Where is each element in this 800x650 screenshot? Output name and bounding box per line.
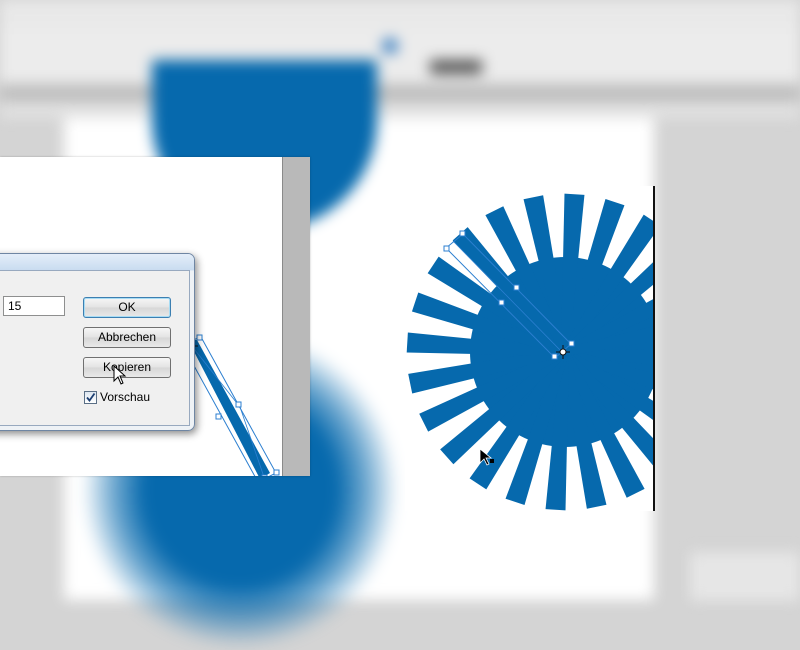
- selection-handles[interactable]: [196, 334, 280, 476]
- angle-input[interactable]: 15: [3, 296, 65, 316]
- ray-shape[interactable]: [188, 340, 270, 476]
- cancel-button[interactable]: Abbrechen: [83, 327, 171, 348]
- control-panel-dark-button: [430, 60, 482, 74]
- sunburst-artwork: [406, 193, 655, 511]
- sunburst-shape[interactable]: [406, 193, 655, 511]
- control-panel: [0, 28, 800, 85]
- panel-corner: [690, 550, 800, 601]
- control-panel-blue-dot: [382, 38, 398, 54]
- check-mark-icon: [86, 392, 96, 402]
- document-tab-bar: [0, 84, 800, 102]
- dialog-title-bar[interactable]: [0, 254, 194, 270]
- page-edge: [653, 186, 655, 511]
- menu-bar: [0, 0, 800, 29]
- preview-label: Vorschau: [100, 390, 151, 404]
- ok-button[interactable]: OK: [83, 297, 171, 318]
- pasteboard-strip: [282, 157, 310, 476]
- arrow-cursor-icon: [113, 365, 127, 385]
- preview-checkbox-row[interactable]: Vorschau: [84, 389, 150, 405]
- zoomed-inset-sunburst: [405, 186, 655, 511]
- ruler: [0, 102, 800, 118]
- preview-checkbox[interactable]: [84, 390, 97, 404]
